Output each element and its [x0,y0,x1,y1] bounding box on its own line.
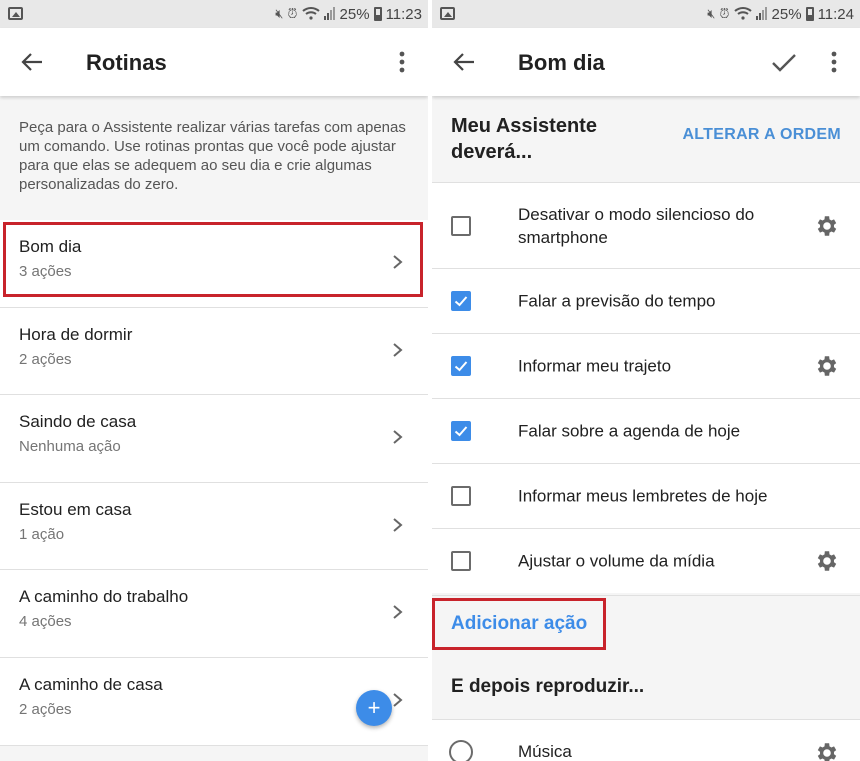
routine-detail-screen: 🔇︎ ⏰︎ 25% 11:24 Bom dia Meu Assistente d… [432,0,860,761]
checkmark-icon [454,426,468,437]
app-bar: Rotinas [0,28,428,96]
arrow-left-icon [21,53,42,71]
action-checkbox[interactable] [451,551,471,571]
action-row-media-volume[interactable]: Ajustar o volume da mídia [432,528,860,593]
alarm-icon: ⏰︎ [287,6,298,21]
routine-list: Bom dia 3 ações Hora de dormir 2 ações S… [0,220,428,746]
section-title: Meu Assistente deverá... [451,115,597,163]
more-vert-icon [399,51,405,73]
status-bar: 🔇︎ ⏰︎ 25% 11:24 [432,0,860,28]
action-checkbox[interactable] [451,356,471,376]
action-row-agenda[interactable]: Falar sobre a agenda de hoje [432,398,860,463]
signal-icon [755,6,768,23]
routine-action-count: 2 ações [19,350,72,368]
action-row-reminders[interactable]: Informar meus lembretes de hoje [432,463,860,528]
gear-icon[interactable] [814,213,840,239]
action-checkbox[interactable] [451,291,471,311]
mute-icon: 🔇︎ [707,6,716,21]
signal-icon [323,6,336,23]
checkmark-icon [454,296,468,307]
gear-icon[interactable] [814,548,840,574]
battery-percent: 25% [339,5,370,23]
clock: 11:24 [817,5,854,23]
clock: 11:23 [385,5,422,23]
routine-name: Hora de dormir [19,324,133,344]
chevron-right-icon [393,693,403,707]
gear-icon[interactable] [814,353,840,379]
action-checkbox[interactable] [451,486,471,506]
chevron-right-icon [393,255,403,269]
overflow-menu-button[interactable] [820,46,848,78]
arrow-left-icon [453,53,474,71]
battery-icon [373,7,382,21]
action-row-commute[interactable]: Informar meu trajeto [432,333,860,398]
routine-name: Saindo de casa [19,412,137,432]
routine-name: A caminho do trabalho [19,587,189,607]
routine-action-count: 2 ações [19,700,72,718]
media-option-row[interactable]: Música [432,719,860,761]
routine-item-bom-dia[interactable]: Bom dia 3 ações [0,220,428,308]
action-label: Informar meus lembretes de hoje [518,486,768,506]
routine-name: A caminho de casa [19,674,163,694]
gear-icon[interactable] [814,740,840,761]
routine-action-count: Nenhuma ação [19,438,121,456]
action-checkbox[interactable] [451,215,471,236]
action-row-weather[interactable]: Falar a previsão do tempo [432,268,860,333]
more-vert-icon [831,51,837,73]
routine-action-count: 3 ações [19,263,72,280]
action-list: Desativar o modo silencioso do smartphon… [432,182,860,593]
add-action-section: Adicionar ação E depois reproduzir... [432,595,860,723]
chevron-right-icon [393,342,403,357]
alarm-icon: ⏰︎ [719,6,730,21]
routine-item-saindo-de-casa[interactable]: Saindo de casa Nenhuma ação [0,395,428,483]
action-label: Informar meu trajeto [518,356,672,376]
chevron-right-icon [393,605,403,620]
gallery-notification-icon [440,7,455,20]
media-option-label: Música [518,742,572,761]
add-action-button[interactable]: Adicionar ação [451,613,587,635]
routine-item-a-caminho-do-trabalho[interactable]: A caminho do trabalho 4 ações [0,570,428,658]
back-button[interactable] [14,44,50,80]
actions-section-header: Meu Assistente deverá... ALTERAR A ORDEM [432,96,860,182]
status-indicators: 🔇︎ ⏰︎ 25% 11:23 [275,0,422,28]
routine-item-hora-de-dormir[interactable]: Hora de dormir 2 ações [0,307,428,396]
back-button[interactable] [446,44,482,80]
checkmark-icon [454,361,468,372]
action-label: Falar sobre a agenda de hoje [518,421,741,441]
save-button[interactable] [768,46,800,78]
routine-action-count: 4 ações [19,613,72,631]
check-icon [772,54,796,72]
battery-percent: 25% [771,5,802,23]
add-routine-button[interactable]: + [356,690,392,726]
wifi-icon [733,6,752,23]
overflow-menu-button[interactable] [388,46,416,78]
action-label: Ajustar o volume da mídia [518,551,715,571]
gallery-notification-icon [8,7,23,20]
action-row-silent-mode[interactable]: Desativar o modo silencioso do smartphon… [432,182,860,268]
action-label: Desativar o modo silencioso do smartphon… [518,204,755,247]
media-radio[interactable] [449,740,473,761]
page-title: Bom dia [518,50,605,75]
battery-icon [805,7,814,21]
change-order-button[interactable]: ALTERAR A ORDEM [682,126,841,144]
wifi-icon [301,6,320,23]
then-play-title: E depois reproduzir... [451,676,645,697]
chevron-right-icon [393,430,403,444]
routine-name: Estou em casa [19,499,132,519]
routine-action-count: 1 ação [19,525,65,543]
action-label: Falar a previsão do tempo [518,291,716,311]
routines-screen: 🔇︎ ⏰︎ 25% 11:23 Rotinas Peça para o Assi… [0,0,428,761]
status-indicators: 🔇︎ ⏰︎ 25% 11:24 [707,0,854,28]
routines-intro-text: Peça para o Assistente realizar várias t… [0,96,428,220]
status-bar: 🔇︎ ⏰︎ 25% 11:23 [0,0,428,28]
action-checkbox[interactable] [451,421,471,441]
page-title: Rotinas [86,50,167,75]
routine-name: Bom dia [19,237,82,256]
mute-icon: 🔇︎ [275,6,284,21]
app-bar: Bom dia [432,28,860,96]
chevron-right-icon [393,518,403,532]
routine-item-estou-em-casa[interactable]: Estou em casa 1 ação [0,482,428,571]
